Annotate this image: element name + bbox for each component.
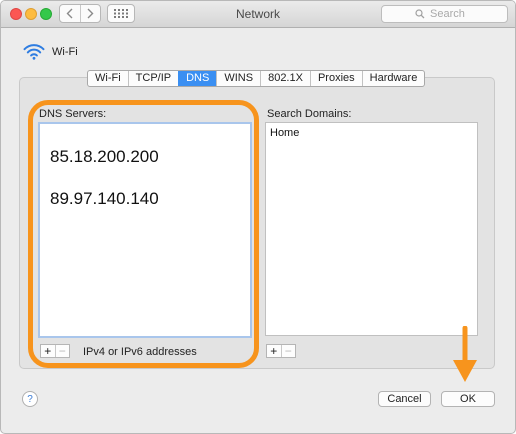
tab-bar: Wi-Fi TCP/IP DNS WINS 802.1X Proxies Har…: [87, 70, 426, 87]
remove-search-domain-button[interactable]: −: [280, 345, 296, 357]
tab-8021x[interactable]: 802.1X: [260, 71, 310, 86]
tab-dns[interactable]: DNS: [178, 71, 217, 86]
magnifier-icon: [415, 9, 425, 19]
arrow-down-icon: [453, 326, 477, 382]
title-bar: Network: [1, 1, 515, 28]
tab-tcpip[interactable]: TCP/IP: [127, 71, 178, 86]
network-window: Network Wi-Fi Wi-Fi TCP/IP DNS WINS 802.…: [0, 0, 516, 434]
tab-hardware[interactable]: Hardware: [361, 71, 425, 86]
domains-add-remove-buttons: + −: [266, 344, 296, 358]
search-domains-list[interactable]: Home: [265, 122, 478, 336]
dns-hint: IPv4 or IPv6 addresses: [83, 346, 197, 358]
help-button[interactable]: ?: [22, 391, 38, 407]
ok-button[interactable]: OK: [441, 391, 495, 407]
wifi-icon: [23, 44, 45, 60]
add-dns-server-button[interactable]: +: [41, 345, 55, 357]
dns-add-remove-buttons: + −: [40, 344, 70, 358]
list-item[interactable]: 85.18.200.200: [50, 147, 159, 167]
remove-dns-server-button[interactable]: −: [54, 345, 70, 357]
dns-servers-list[interactable]: 85.18.200.200 89.97.140.140: [38, 122, 252, 338]
list-item[interactable]: Home: [270, 127, 299, 139]
search-field[interactable]: [381, 5, 508, 23]
tab-wifi[interactable]: Wi-Fi: [88, 71, 128, 86]
dns-servers-label: DNS Servers:: [39, 108, 107, 120]
search-domains-label: Search Domains:: [267, 108, 352, 120]
tab-proxies[interactable]: Proxies: [309, 71, 362, 86]
interface-name: Wi-Fi: [52, 46, 78, 58]
add-search-domain-button[interactable]: +: [267, 345, 281, 357]
list-item[interactable]: 89.97.140.140: [50, 189, 159, 209]
search-input[interactable]: [430, 8, 474, 20]
cancel-button[interactable]: Cancel: [378, 391, 431, 407]
tab-wins[interactable]: WINS: [216, 71, 260, 86]
